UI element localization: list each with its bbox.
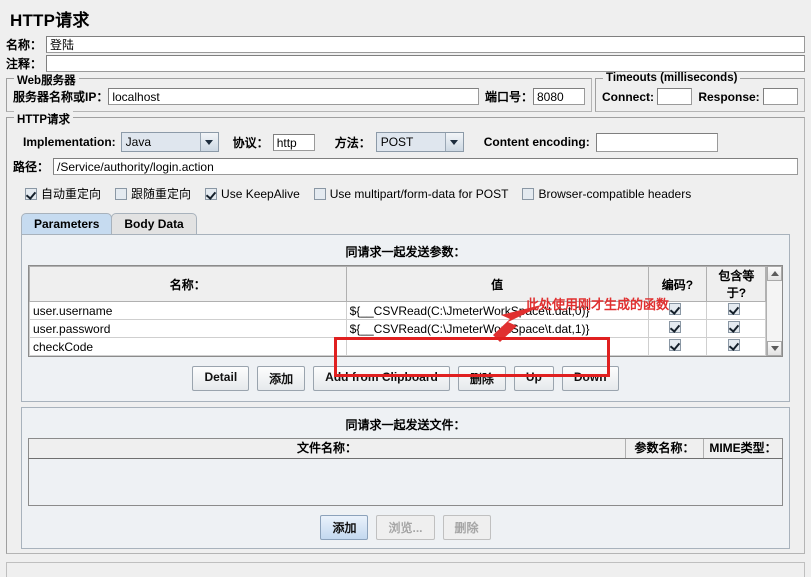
cell-name[interactable]: user.password xyxy=(29,319,347,338)
path-input[interactable]: /Service/authority/login.action xyxy=(53,158,798,175)
cell-include-equals[interactable] xyxy=(706,337,767,356)
column-header-mime-type[interactable]: MIME类型： xyxy=(704,439,782,458)
add-from-clipboard-button[interactable]: Add from Clipboard xyxy=(313,366,450,391)
column-header-param-name[interactable]: 参数名称： xyxy=(626,439,704,458)
checkbox-follow-redirect[interactable]: 跟随重定向 xyxy=(115,185,191,202)
checkbox-use-multipart[interactable]: Use multipart/form-data for POST xyxy=(313,186,509,201)
move-up-button[interactable]: Up xyxy=(513,366,554,391)
bottom-cutoff-strip xyxy=(6,562,805,577)
column-header-file-name[interactable]: 文件名称： xyxy=(29,439,626,458)
files-table-header: 文件名称： 参数名称： MIME类型： xyxy=(28,438,783,458)
checkbox-box-icon[interactable] xyxy=(728,339,741,351)
protocol-label: 协议： xyxy=(232,135,269,150)
name-label: 名称： xyxy=(6,38,43,52)
timeouts-title: Timeouts (milliseconds) xyxy=(603,72,741,84)
web-server-panel: Web服务器 服务器名称或IP： localhost 端口号： 8080 xyxy=(6,72,592,112)
tab-parameters[interactable]: Parameters xyxy=(21,213,113,234)
checkbox-use-keepalive[interactable]: Use KeepAlive xyxy=(205,187,300,201)
http-request-title: HTTP请求 xyxy=(14,111,74,127)
scroll-up-icon[interactable] xyxy=(767,266,782,281)
port-label: 端口号： xyxy=(484,90,533,104)
jmeter-http-request-panel: HTTP请求 名称： 登陆 注释： Web服务器 服务器名称或IP： local… xyxy=(0,0,811,577)
parameters-caption: 同请求一起发送参数： xyxy=(345,245,466,259)
checkbox-box-icon[interactable] xyxy=(115,187,128,200)
chevron-down-icon[interactable] xyxy=(199,133,218,151)
page-title: HTTP请求 xyxy=(10,11,90,30)
checkbox-browser-compatible-headers[interactable]: Browser-compatible headers xyxy=(522,187,691,201)
name-input[interactable]: 登陆 xyxy=(46,36,805,53)
path-label: 路径： xyxy=(13,160,50,174)
checkbox-label: 自动重定向 xyxy=(41,187,102,201)
cell-encode[interactable] xyxy=(647,337,708,356)
checkbox-label: 跟随重定向 xyxy=(131,187,192,201)
detail-button[interactable]: Detail xyxy=(192,366,250,391)
checkbox-label: Use multipart/form-data for POST xyxy=(329,186,509,201)
web-server-title: Web服务器 xyxy=(14,72,79,88)
file-browse-button: 浏览... xyxy=(376,515,435,540)
file-delete-button: 删除 xyxy=(442,515,491,540)
checkbox-box-icon[interactable] xyxy=(205,187,218,200)
content-encoding-label: Content encoding: xyxy=(483,135,590,149)
table-row[interactable]: user.password ${__CSVRead(C:\JmeterWorkS… xyxy=(29,319,767,338)
comment-label: 注释： xyxy=(6,57,43,71)
content-encoding-input[interactable] xyxy=(595,132,718,152)
checkbox-box-icon[interactable] xyxy=(669,339,682,351)
table-row[interactable]: checkCode xyxy=(29,337,767,356)
annotation-arrow-icon xyxy=(493,304,545,342)
tab-body-data[interactable]: Body Data xyxy=(111,213,197,234)
implementation-label: Implementation: xyxy=(23,135,116,149)
chevron-down-icon[interactable] xyxy=(444,133,463,151)
checkbox-label: Use KeepAlive xyxy=(221,186,300,201)
parameters-button-row: Detail 添加 Add from Clipboard 删除 Up Down xyxy=(28,357,783,395)
cell-name[interactable]: user.username xyxy=(29,301,347,320)
timeouts-panel: Timeouts (milliseconds) Connect: Respons… xyxy=(595,72,805,112)
connect-label: Connect: xyxy=(602,89,654,104)
response-input[interactable] xyxy=(762,88,798,105)
scroll-down-icon[interactable] xyxy=(767,341,782,356)
add-button[interactable]: 添加 xyxy=(257,366,306,391)
files-button-row: 添加 浏览... 删除 xyxy=(28,506,783,542)
files-caption: 同请求一起发送文件： xyxy=(345,418,466,432)
cell-name[interactable]: checkCode xyxy=(29,337,347,356)
comment-input[interactable] xyxy=(46,55,805,72)
response-label: Response: xyxy=(698,89,760,104)
implementation-value: Java xyxy=(125,135,152,149)
method-value: POST xyxy=(380,135,414,149)
checkbox-box-icon[interactable] xyxy=(669,303,682,315)
checkbox-box-icon[interactable] xyxy=(728,321,741,333)
delete-button[interactable]: 删除 xyxy=(457,366,506,391)
cell-include-equals[interactable] xyxy=(706,301,767,320)
method-label: 方法： xyxy=(334,135,371,150)
comment-row: 注释： xyxy=(0,54,811,73)
checkbox-box-icon[interactable] xyxy=(728,303,741,315)
name-row: 名称： 登陆 xyxy=(0,35,811,54)
port-input[interactable]: 8080 xyxy=(533,88,585,105)
checkbox-auto-redirect[interactable]: 自动重定向 xyxy=(25,185,101,202)
column-header-include-equals[interactable]: 包含等于? xyxy=(706,266,767,302)
files-panel: 同请求一起发送文件： 文件名称： 参数名称： MIME类型： 添加 浏览... … xyxy=(21,407,790,549)
files-table-body[interactable] xyxy=(28,458,783,506)
implementation-select[interactable]: Java xyxy=(120,132,219,152)
file-add-button[interactable]: 添加 xyxy=(320,515,369,540)
cell-include-equals[interactable] xyxy=(706,319,767,338)
column-header-name[interactable]: 名称： xyxy=(29,266,347,302)
server-input[interactable]: localhost xyxy=(108,88,479,105)
connect-input[interactable] xyxy=(657,88,693,105)
scrollbar-track[interactable] xyxy=(767,281,782,341)
cell-encode[interactable] xyxy=(647,319,708,338)
protocol-input[interactable]: http xyxy=(272,133,315,151)
method-select[interactable]: POST xyxy=(375,132,464,152)
tab-bar: Parameters Body Data xyxy=(21,212,798,234)
move-down-button[interactable]: Down xyxy=(561,366,619,391)
checkbox-box-icon[interactable] xyxy=(669,321,682,333)
checkbox-box-icon[interactable] xyxy=(25,187,37,200)
checkbox-label: Browser-compatible headers xyxy=(538,186,692,201)
checkbox-box-icon[interactable] xyxy=(522,187,535,200)
server-label: 服务器名称或IP： xyxy=(13,90,109,104)
table-scrollbar[interactable] xyxy=(766,266,782,356)
checkbox-box-icon[interactable] xyxy=(313,187,326,200)
